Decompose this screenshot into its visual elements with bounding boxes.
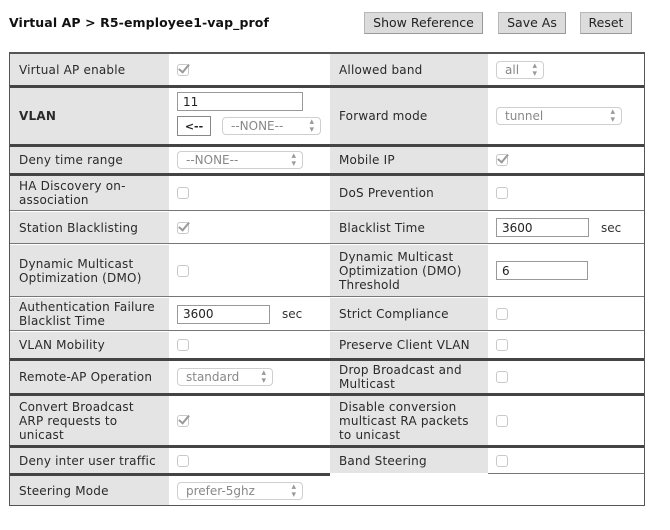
chevron-updown-icon: ▴ ▾: [309, 117, 314, 135]
label-station-blacklisting: Station Blacklisting: [10, 212, 169, 243]
value-vlan: <-- --NONE-- ▴▾: [169, 88, 330, 144]
row-divider: [10, 210, 644, 211]
value-convert-broadcast-arp: [169, 396, 330, 445]
dmo-threshold-input[interactable]: [496, 261, 588, 280]
row-divider: [10, 243, 644, 244]
value-virtual-ap-enable: [169, 54, 330, 85]
label-deny-inter-user-traffic: Deny inter user traffic: [10, 448, 169, 473]
label-strict-compliance: Strict Compliance: [330, 298, 488, 330]
allowed-band-select[interactable]: all ▴ ▾: [496, 60, 544, 79]
label-steering-mode: Steering Mode: [10, 476, 169, 505]
value-blacklist-time: sec: [488, 212, 644, 243]
label-virtual-ap-enable: Virtual AP enable: [10, 54, 169, 85]
deny-inter-user-traffic-checkbox[interactable]: [177, 454, 189, 467]
label-dmo-threshold: Dynamic Multicast Optimization (DMO) Thr…: [330, 245, 488, 296]
reset-button[interactable]: Reset: [580, 12, 632, 34]
value-forward-mode: tunnel ▴ ▾: [488, 88, 644, 144]
value-vlan-mobility: [169, 332, 330, 358]
convert-broadcast-arp-checkbox[interactable]: [177, 414, 189, 427]
disable-conversion-multicast-ra-checkbox[interactable]: [496, 414, 508, 427]
value-drop-broadcast-multicast: [488, 361, 644, 393]
remote-ap-operation-value: standard: [186, 370, 240, 384]
value-ha-discovery: [169, 176, 330, 210]
row-divider: [10, 296, 644, 297]
breadcrumb: Virtual AP > R5-employee1-vap_prof: [9, 15, 270, 30]
deny-time-range-select[interactable]: --NONE-- ▴ ▾: [177, 151, 303, 169]
label-vlan-mobility: VLAN Mobility: [10, 332, 169, 358]
label-blacklist-time: Blacklist Time: [330, 212, 488, 243]
strict-compliance-checkbox[interactable]: [496, 308, 508, 320]
value-disable-conversion-multicast-ra: [488, 396, 644, 445]
label-allowed-band: Allowed band: [330, 54, 488, 85]
vlan-input[interactable]: [177, 92, 303, 111]
value-station-blacklisting: [169, 212, 330, 243]
vlan-mobility-checkbox[interactable]: [177, 339, 189, 351]
ha-discovery-checkbox[interactable]: [177, 187, 189, 199]
dmo-checkbox[interactable]: [177, 264, 189, 277]
row-divider: [10, 330, 644, 331]
value-auth-failure-blacklist-time: sec: [169, 298, 330, 330]
mobile-ip-checkbox[interactable]: [496, 154, 508, 166]
value-band-steering: [488, 448, 644, 473]
steering-mode-select[interactable]: prefer-5ghz ▴ ▾: [177, 481, 303, 500]
value-deny-inter-user-traffic: [169, 448, 330, 473]
drop-broadcast-multicast-checkbox[interactable]: [496, 371, 508, 383]
value-preserve-client-vlan: [488, 332, 644, 358]
label-dos-prevention: DoS Prevention: [330, 176, 488, 210]
settings-table: Virtual AP enable Allowed band all ▴ ▾ VL…: [9, 52, 645, 506]
chevron-updown-icon: ▴ ▾: [291, 151, 296, 169]
auth-failure-blacklist-time-unit: sec: [282, 307, 303, 321]
forward-mode-value: tunnel: [505, 109, 544, 123]
value-steering-mode: prefer-5ghz ▴ ▾: [169, 476, 330, 505]
label-remote-ap-operation: Remote-AP Operation: [10, 361, 169, 393]
preserve-client-vlan-checkbox[interactable]: [496, 339, 508, 351]
vlan-select-value: --NONE--: [231, 119, 284, 133]
label-band-steering: Band Steering: [330, 448, 488, 473]
blacklist-time-input[interactable]: [496, 218, 589, 237]
value-mobile-ip: [488, 147, 644, 173]
label-drop-broadcast-multicast: Drop Broadcast and Multicast: [330, 361, 488, 393]
station-blacklisting-checkbox[interactable]: [177, 221, 189, 234]
value-dmo: [169, 245, 330, 296]
label-forward-mode: Forward mode: [330, 88, 488, 144]
steering-mode-value: prefer-5ghz: [186, 483, 255, 498]
chevron-updown-icon: ▴ ▾: [610, 107, 615, 125]
value-allowed-band: all ▴ ▾: [488, 54, 644, 85]
label-mobile-ip: Mobile IP: [330, 147, 488, 173]
save-as-button[interactable]: Save As: [498, 12, 566, 34]
virtual-ap-enable-checkbox[interactable]: [177, 63, 189, 76]
dos-prevention-checkbox[interactable]: [496, 187, 508, 199]
label-ha-discovery: HA Discovery on-association: [10, 176, 169, 210]
value-dmo-threshold: [488, 245, 644, 296]
label-vlan: VLAN: [10, 88, 169, 144]
label-disable-conversion-multicast-ra: Disable conversion multicast RA packets …: [330, 396, 488, 445]
blacklist-time-unit: sec: [601, 220, 622, 235]
label-preserve-client-vlan: Preserve Client VLAN: [330, 332, 488, 358]
remote-ap-operation-select[interactable]: standard ▴ ▾: [177, 368, 273, 386]
deny-time-range-value: --NONE--: [186, 153, 239, 167]
show-reference-button[interactable]: Show Reference: [364, 12, 483, 34]
label-convert-broadcast-arp: Convert Broadcast ARP requests to unicas…: [10, 396, 169, 445]
row-divider: [488, 473, 644, 474]
chevron-updown-icon: ▴ ▾: [291, 481, 296, 500]
value-remote-ap-operation: standard ▴ ▾: [169, 361, 330, 393]
allowed-band-value: all: [505, 62, 520, 77]
label-dmo: Dynamic Multicast Optimization (DMO): [10, 245, 169, 296]
forward-mode-select[interactable]: tunnel ▴ ▾: [496, 107, 622, 125]
vlan-assign-button[interactable]: <--: [177, 116, 211, 136]
vlan-select[interactable]: --NONE-- ▴ ▾: [222, 117, 321, 135]
band-steering-checkbox[interactable]: [496, 454, 508, 467]
auth-failure-blacklist-time-input[interactable]: [177, 304, 270, 324]
value-dos-prevention: [488, 176, 644, 210]
value-deny-time-range: --NONE-- ▴ ▾: [169, 147, 330, 173]
chevron-updown-icon: ▴ ▾: [261, 368, 266, 386]
chevron-updown-icon: ▴ ▾: [532, 60, 537, 79]
label-deny-time-range: Deny time range: [10, 147, 169, 173]
label-auth-failure-blacklist-time: Authentication Failure Blacklist Time: [10, 298, 169, 330]
value-strict-compliance: [488, 298, 644, 330]
